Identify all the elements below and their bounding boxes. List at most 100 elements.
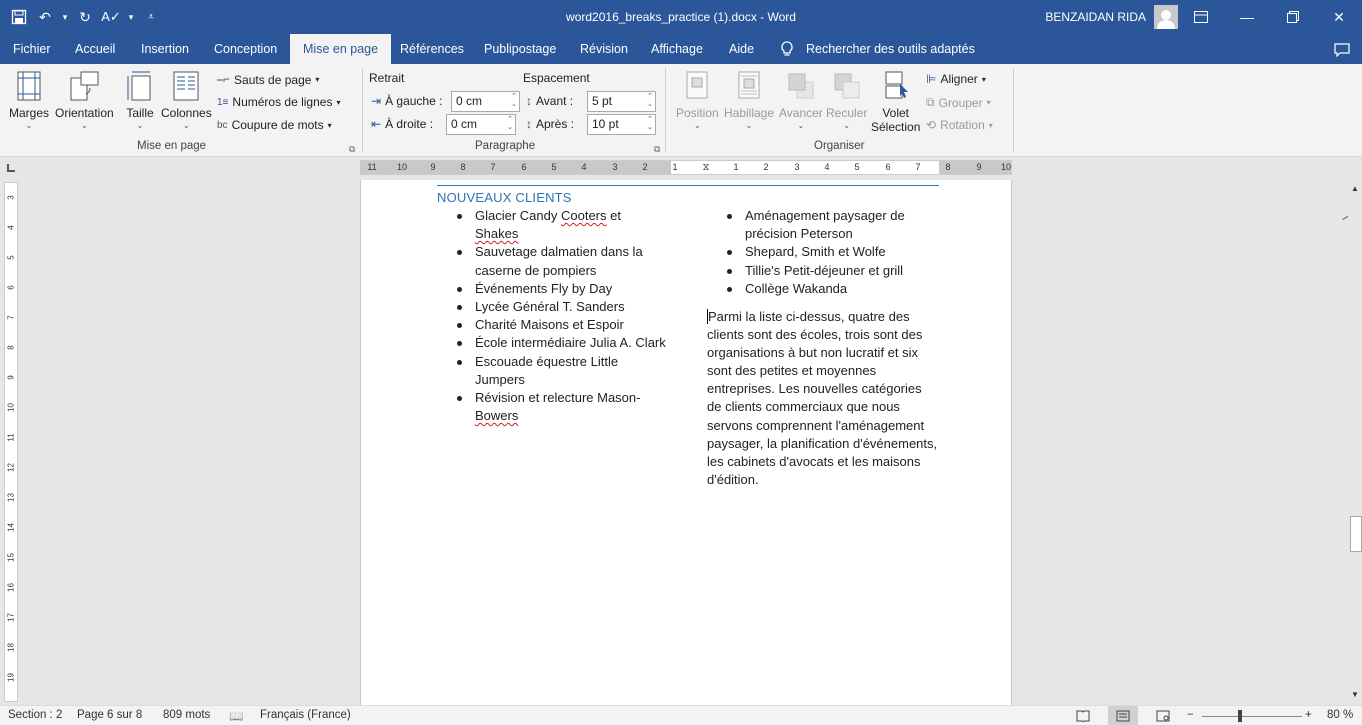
language-indicator[interactable]: Français (France) xyxy=(260,709,351,721)
selection-pane-button[interactable]: Volet Sélection xyxy=(871,70,920,134)
spacing-before-input[interactable]: 5 pt ⌃ ⌄ xyxy=(587,91,656,112)
horizontal-ruler[interactable]: 11 10 9 8 7 6 5 4 3 2 1 ⧖ 1 2 3 4 5 6 7 … xyxy=(360,160,1012,175)
tab-selector-icon[interactable] xyxy=(7,164,15,172)
web-layout-icon[interactable] xyxy=(1148,706,1178,725)
print-layout-icon[interactable] xyxy=(1108,706,1138,725)
list-item: Collège Wakanda xyxy=(707,280,939,298)
indent-right-input[interactable]: 0 cm ⌃ ⌄ xyxy=(446,114,516,135)
list-item-text: Cooters xyxy=(560,208,607,223)
section-indicator[interactable]: Section : 2 xyxy=(8,709,62,721)
vruler-tick: 19 xyxy=(6,673,16,682)
zoom-in-icon[interactable]: + xyxy=(1305,709,1312,721)
spinner-arrows-icon[interactable]: ⌃ ⌄ xyxy=(507,116,513,132)
ribbon: Marges ⌄ Orientation ⌄ Taille ⌄ Colonnes… xyxy=(0,64,1362,222)
list-item: Aménagement paysager de précision Peters… xyxy=(707,207,939,243)
position-button[interactable]: Position ⌄ xyxy=(676,70,719,130)
line-numbers-button[interactable]: 1≡ Numéros de lignes ▾ xyxy=(217,95,340,109)
tab-conception[interactable]: Conception xyxy=(214,34,277,64)
zoom-slider-thumb[interactable] xyxy=(1238,710,1242,722)
hyphenation-button[interactable]: bc Coupure de mots ▾ xyxy=(217,118,332,132)
indent-right-icon: ⇤ xyxy=(371,117,382,131)
breaks-button[interactable]: ⎯⌐ Sauts de page ▾ xyxy=(217,72,319,87)
restore-icon[interactable] xyxy=(1270,0,1316,34)
save-icon[interactable] xyxy=(8,6,30,28)
rotate-button[interactable]: ⟲ Rotation ▾ xyxy=(926,118,993,132)
align-icon: ⊫ xyxy=(926,72,937,86)
wrap-text-label: Habillage xyxy=(724,106,775,120)
align-button[interactable]: ⊫ Aligner ▾ xyxy=(926,72,986,86)
vruler-tick: 4 xyxy=(6,225,16,230)
redo-icon[interactable]: ↻ xyxy=(74,6,96,28)
chevron-down-icon: ⌄ xyxy=(694,121,701,130)
spacing-after-input[interactable]: 10 pt ⌃ ⌄ xyxy=(587,114,656,135)
send-backward-button[interactable]: Reculer ⌄ xyxy=(826,70,867,130)
tab-accueil[interactable]: Accueil xyxy=(75,34,115,64)
size-button[interactable]: Taille ⌄ xyxy=(124,70,156,130)
comments-icon[interactable] xyxy=(1334,34,1350,64)
wrap-text-button[interactable]: Habillage ⌄ xyxy=(724,70,774,130)
tab-fichier[interactable]: Fichier xyxy=(13,34,51,64)
columns-label: Colonnes xyxy=(161,106,212,120)
dialog-launcher-icon[interactable]: ⧉ xyxy=(349,144,355,155)
margins-button[interactable]: Marges ⌄ xyxy=(9,70,49,130)
vertical-ruler[interactable]: 3 4 5 6 7 8 9 10 11 12 13 14 15 16 17 18… xyxy=(4,182,18,702)
size-label: Taille xyxy=(126,106,154,120)
scroll-down-icon[interactable]: ▼ xyxy=(1351,690,1359,699)
chevron-down-icon: ▾ xyxy=(315,75,320,84)
minimize-icon[interactable]: — xyxy=(1224,0,1270,34)
spacing-before-icon: ↕ xyxy=(526,94,532,108)
tab-publipostage[interactable]: Publipostage xyxy=(484,34,556,64)
list-item-text: Révision et relecture Mason- xyxy=(475,390,641,406)
tab-references[interactable]: Références xyxy=(400,34,464,64)
indent-marker-icon[interactable]: ⧖ xyxy=(702,162,709,173)
word-count[interactable]: 809 mots xyxy=(163,709,210,721)
scrollbar-thumb[interactable] xyxy=(1350,516,1362,552)
rotate-label: Rotation xyxy=(940,118,985,132)
ribbon-display-options-icon[interactable] xyxy=(1178,0,1224,34)
selection-pane-label-2: Sélection xyxy=(871,120,921,134)
tab-insertion[interactable]: Insertion xyxy=(141,34,189,64)
vertical-scrollbar[interactable]: ▲ ▼ xyxy=(1348,182,1362,704)
spinner-arrows-icon[interactable]: ⌃ ⌄ xyxy=(647,116,653,132)
body-paragraph[interactable]: Parmi la liste ci-dessus, quatre des cli… xyxy=(707,308,939,489)
close-icon[interactable]: ✕ xyxy=(1316,0,1362,34)
customize-toolbar-icon[interactable]: ⩡ xyxy=(140,6,162,28)
undo-dropdown-icon[interactable]: ▾ xyxy=(60,6,70,28)
zoom-out-icon[interactable]: − xyxy=(1187,709,1194,721)
tell-me-search[interactable]: Rechercher des outils adaptés xyxy=(780,34,975,64)
chevron-down-icon: ▾ xyxy=(336,97,341,107)
tab-affichage[interactable]: Affichage xyxy=(651,34,703,64)
document-page[interactable]: NOUVEAUX CLIENTS Glacier Candy Cooters e… xyxy=(360,180,1012,705)
spinner-arrows-icon[interactable]: ⌃ ⌄ xyxy=(511,93,517,109)
page-size-icon xyxy=(127,71,151,101)
indent-left-input[interactable]: 0 cm ⌃ ⌄ xyxy=(451,91,520,112)
vruler-tick: 14 xyxy=(6,523,16,532)
tab-aide[interactable]: Aide xyxy=(729,34,754,64)
zoom-level[interactable]: 80 % xyxy=(1327,709,1353,721)
avatar[interactable] xyxy=(1154,5,1178,29)
page-indicator[interactable]: Page 6 sur 8 xyxy=(77,709,142,721)
undo-icon[interactable]: ↶ xyxy=(34,6,56,28)
group-button[interactable]: ⧉ Grouper ▾ xyxy=(926,95,991,110)
spelling-dropdown-icon[interactable]: ▾ xyxy=(126,6,136,28)
orientation-button[interactable]: Orientation ⌄ xyxy=(55,70,114,130)
proofing-icon[interactable]: 📖 xyxy=(229,709,243,723)
ruler-tick: 6 xyxy=(521,162,527,172)
bring-forward-button[interactable]: Avancer ⌄ xyxy=(779,70,823,130)
dialog-launcher-icon[interactable]: ⧉ xyxy=(654,144,660,155)
user-account[interactable]: BENZAIDAN RIDA xyxy=(1045,0,1178,34)
group-icon: ⧉ xyxy=(926,95,935,109)
spelling-icon[interactable]: A✓ xyxy=(100,6,122,28)
group-label: Grouper xyxy=(938,95,983,110)
spinner-arrows-icon[interactable]: ⌃ ⌄ xyxy=(647,93,653,109)
hyphenation-label: Coupure de mots xyxy=(231,118,324,132)
tab-revision[interactable]: Révision xyxy=(580,34,628,64)
indent-header: Retrait xyxy=(369,71,405,85)
read-mode-icon[interactable] xyxy=(1068,706,1098,725)
scroll-up-icon[interactable]: ▲ xyxy=(1351,184,1359,193)
zoom-slider[interactable] xyxy=(1202,716,1302,717)
ruler-tick: 4 xyxy=(581,162,587,172)
group-separator xyxy=(362,68,363,152)
tab-mise-en-page[interactable]: Mise en page xyxy=(290,34,392,64)
columns-button[interactable]: Colonnes ⌄ xyxy=(161,70,212,130)
